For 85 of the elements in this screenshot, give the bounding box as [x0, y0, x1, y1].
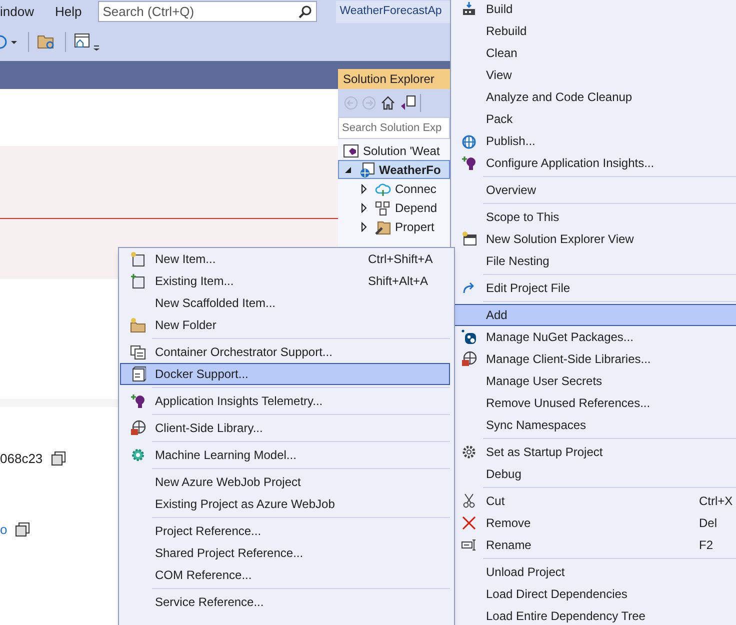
menu-item[interactable]: View	[451, 64, 736, 86]
menu-item[interactable]: Clean	[451, 42, 736, 64]
tree-item[interactable]: Depend	[338, 198, 450, 217]
menu-item[interactable]: New Folder	[120, 314, 450, 336]
cog-icon	[130, 447, 146, 463]
lightbulb-icon	[130, 393, 146, 409]
menu-item[interactable]: Analyze and Code Cleanup	[451, 86, 736, 108]
menu-item[interactable]: New Azure WebJob Project	[120, 471, 450, 493]
menu-item[interactable]: Set as Startup Project	[451, 441, 736, 463]
globe-library-icon	[461, 351, 477, 367]
menu-item[interactable]: Help	[54, 2, 98, 22]
dropdown-icon[interactable]	[0, 34, 20, 50]
menu-item[interactable]: Sync Namespaces	[451, 414, 736, 436]
existing-file-icon	[130, 273, 146, 289]
menu-item[interactable]: Shared Project Reference...	[120, 542, 450, 564]
commit-hash: 068c23	[0, 450, 43, 468]
solution-name: WeatherForecastAp	[336, 0, 451, 22]
folder-icon	[130, 317, 146, 333]
dependencies-icon	[375, 200, 391, 216]
menu-item[interactable]: Publish...	[451, 130, 736, 152]
menu-item[interactable]: Existing Item... Shift+Alt+A	[120, 270, 450, 292]
menu-item[interactable]: Build	[451, 0, 736, 20]
tree-item[interactable]: Connec	[338, 179, 450, 198]
home-icon[interactable]	[380, 95, 396, 111]
close-icon	[461, 515, 477, 531]
menu-item[interactable]: Manage Client-Side Libraries...	[451, 348, 736, 370]
menu-item[interactable]: Project Reference...	[120, 520, 450, 542]
menu-item[interactable]: Cut Ctrl+X	[451, 490, 736, 512]
menu-item[interactable]: Load Direct Dependencies	[451, 583, 736, 605]
new-file-icon	[130, 251, 146, 267]
menu-item[interactable]: Overview	[451, 179, 736, 201]
menu-item[interactable]: Existing Project as Azure WebJob	[120, 493, 450, 515]
menu-item[interactable]: Machine Learning Model...	[120, 444, 450, 466]
menu-item[interactable]: Container Orchestrator Support...	[120, 341, 450, 363]
menu-item[interactable]: Unload Project	[451, 561, 736, 583]
menu-item[interactable]: Load Entire Dependency Tree	[451, 605, 736, 625]
tree-item[interactable]: Propert	[338, 217, 450, 236]
link[interactable]: o	[0, 520, 8, 539]
solution-icon	[343, 142, 359, 158]
tree-item[interactable]: Solution 'Weat	[338, 141, 450, 160]
nuget-icon	[461, 329, 477, 345]
solution-icon[interactable]	[400, 95, 416, 111]
copy-icon[interactable]	[15, 522, 30, 537]
menu-item[interactable]: Service Reference...	[120, 591, 450, 613]
lightbulb-icon	[461, 155, 477, 171]
menu-item[interactable]: indow	[0, 2, 55, 22]
menu-item[interactable]: Edit Project File	[451, 277, 736, 299]
menu-item[interactable]: Pack	[451, 108, 736, 130]
menu-item[interactable]: New Item... Ctrl+Shift+A	[120, 248, 450, 270]
globe-icon	[461, 133, 477, 149]
menu-item[interactable]: COM Reference...	[120, 564, 450, 586]
web-project-icon	[359, 162, 375, 178]
rename-icon	[461, 537, 477, 553]
search-icon	[298, 4, 312, 18]
copy-icon[interactable]	[50, 451, 66, 466]
menu-item[interactable]: Client-Side Library...	[120, 417, 450, 439]
panel-title: Solution Explorer	[338, 69, 450, 89]
menu-item[interactable]: Manage NuGet Packages...	[451, 326, 736, 348]
menu-item[interactable]: Remove Del	[451, 512, 736, 534]
menu-item[interactable]: Scope to This	[451, 206, 736, 228]
menu-item[interactable]: Remove Unused References...	[451, 392, 736, 414]
scissors-icon	[461, 493, 477, 509]
containers-icon	[130, 344, 146, 360]
collapse-arrow-icon[interactable]	[343, 164, 353, 174]
new-window-icon	[461, 231, 477, 247]
cloud-plug-icon	[375, 180, 391, 196]
tree-item[interactable]: WeatherFo	[338, 160, 450, 179]
menu-item[interactable]: New Scaffolded Item...	[120, 292, 450, 314]
menu-item[interactable]: New Solution Explorer View	[451, 228, 736, 250]
menu-item[interactable]: Debug	[451, 463, 736, 485]
menu-item[interactable]: Application Insights Telemetry...	[120, 390, 450, 412]
gear-icon	[461, 444, 477, 460]
build-icon	[461, 1, 477, 17]
menu-item[interactable]: Manage User Secrets	[451, 370, 736, 392]
menu-item[interactable]: File Nesting	[451, 250, 736, 272]
search-field[interactable]: Search Solution Exp	[338, 117, 450, 139]
globe-library-icon	[130, 420, 146, 436]
container-icon	[130, 366, 146, 382]
menu-item[interactable]: Docker Support...	[120, 363, 450, 385]
search-field[interactable]: Search (Ctrl+Q)	[98, 1, 317, 22]
window-home-icon[interactable]	[74, 33, 100, 51]
menu-item[interactable]: Rename F2	[451, 534, 736, 556]
menu-item[interactable]: Rebuild	[451, 20, 736, 42]
menu-item[interactable]: Configure Application Insights...	[451, 152, 736, 174]
wrench-folder-icon	[375, 218, 391, 234]
